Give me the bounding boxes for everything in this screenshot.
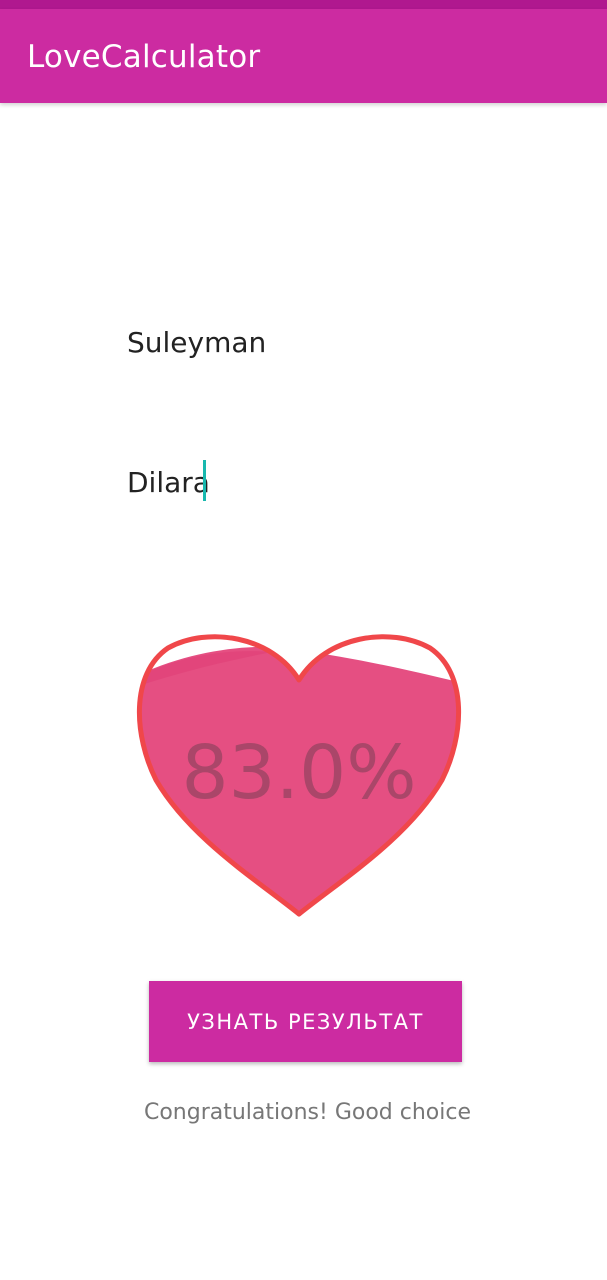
result-message: Congratulations! Good choice xyxy=(143,1100,471,1125)
get-result-button[interactable]: УЗНАТЬ РЕЗУЛЬТАТ xyxy=(149,981,462,1062)
text-cursor xyxy=(203,460,206,501)
app-bar: LoveCalculator xyxy=(0,9,607,103)
app-title: LoveCalculator xyxy=(27,39,261,75)
second-name-input[interactable] xyxy=(127,455,487,511)
love-percent-label: 83.0% xyxy=(181,730,417,816)
first-name-input[interactable] xyxy=(127,315,487,371)
get-result-button-label: УЗНАТЬ РЕЗУЛЬТАТ xyxy=(187,1009,424,1034)
status-bar xyxy=(0,0,607,9)
